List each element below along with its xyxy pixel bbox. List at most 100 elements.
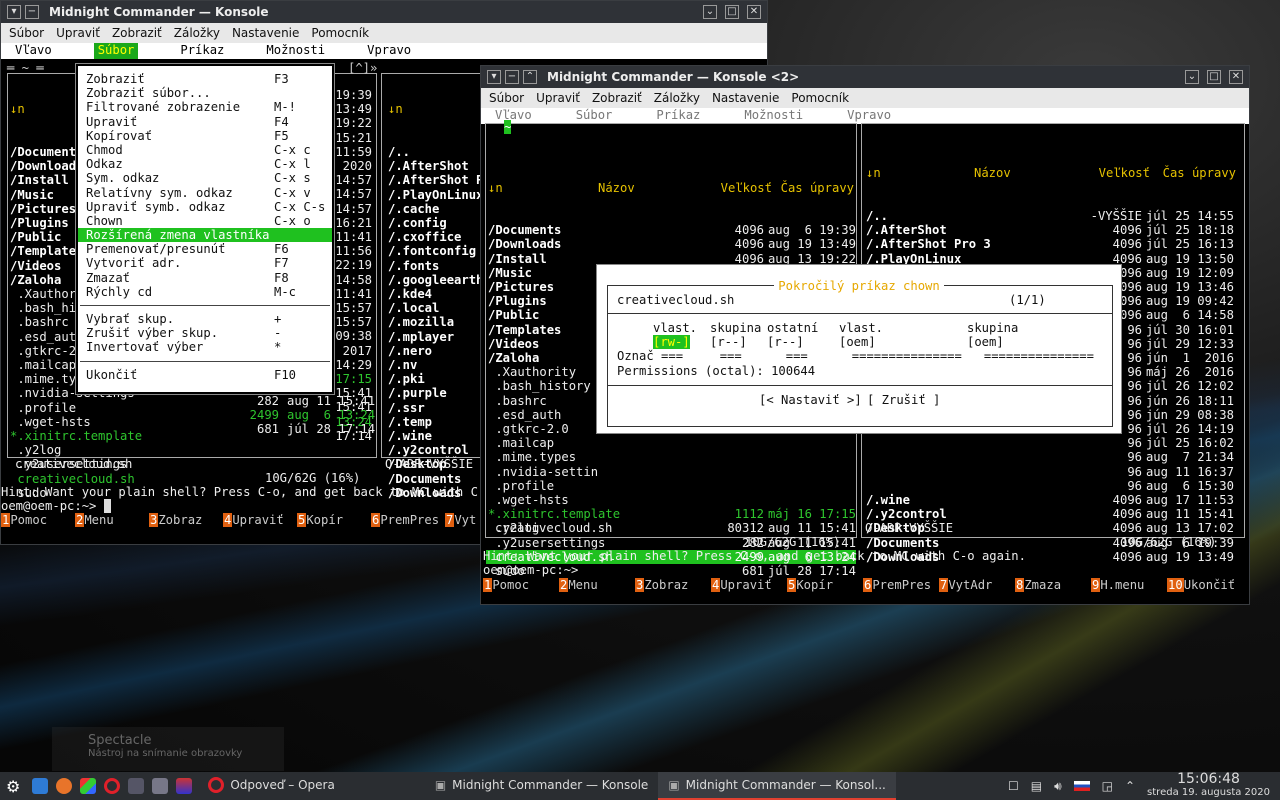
cancel-button[interactable]: [ Zrušiť ] (867, 393, 940, 407)
dropdown-item[interactable]: Rozšírená zmena vlastníka (78, 228, 332, 243)
keyboard-layout-icon[interactable] (1073, 781, 1090, 791)
minimize-icon[interactable]: ⌄ (1185, 70, 1199, 84)
table-row[interactable]: .wget-hsts (486, 493, 856, 507)
dropdown-item[interactable]: Odkaz C-x l (78, 157, 332, 171)
col-name[interactable]: Názov (598, 181, 710, 195)
menu-item-1[interactable]: Upraviť (56, 26, 100, 40)
dropdown-item[interactable]: Relatívny sym. odkaz C-x v (78, 186, 332, 200)
fkey-2[interactable]: 2Menu (559, 578, 635, 592)
dropdown-item[interactable]: Invertovať výber * (78, 340, 332, 354)
screenshot-icon[interactable] (128, 778, 145, 794)
task-konsole-2[interactable]: ▣ Midnight Commander — Konsol... (658, 772, 896, 800)
group-perm-button[interactable]: [r--] (710, 335, 747, 349)
fkey-1[interactable]: 1Pomoc (483, 578, 559, 592)
mc-menu-4[interactable]: Vpravo (367, 43, 411, 59)
dropdown-item[interactable]: Kopírovať F5 (78, 129, 332, 143)
col-time-right[interactable]: Čas úpravy (1150, 166, 1236, 180)
mc-menu-0[interactable]: Vľavo (15, 43, 52, 59)
dropdown-item[interactable]: Vytvoriť adr. F7 (78, 256, 332, 270)
menu-item-2[interactable]: Zobraziť (112, 26, 162, 40)
sort-indicator[interactable]: ↓n (488, 181, 598, 195)
fkey-6[interactable]: 6PremPres (863, 578, 939, 592)
menu-item-4[interactable]: Nastavenie (232, 26, 299, 40)
mc-menu-2[interactable]: Príkaz (656, 108, 700, 124)
table-row[interactable]: 96 aug 6 15:30 (862, 479, 1244, 493)
fkey-1[interactable]: 1Pomoc (1, 513, 75, 527)
menu-item-3[interactable]: Záložky (174, 26, 220, 40)
sort-indicator-right[interactable]: ↓n (866, 166, 974, 180)
spectacle-notification[interactable]: Spectacle Nástroj na snímanie obrazovky (52, 727, 284, 771)
dropdown-item[interactable]: Zrušiť výber skup. - (78, 326, 332, 340)
right-panel-top[interactable]: [^]» (348, 61, 377, 75)
shade-icon[interactable]: ⌃ (523, 70, 537, 84)
table-row[interactable]: /.y2control 4096 aug 11 15:41 (862, 507, 1244, 521)
mc-menu-4[interactable]: Vpravo (847, 108, 891, 124)
menu-item-3[interactable]: Záložky (654, 91, 700, 105)
fkey-4[interactable]: 4Upraviť (711, 578, 787, 592)
fkey-10[interactable]: 10Ukončiť (1167, 578, 1243, 592)
menu-item-1[interactable]: Upraviť (536, 91, 580, 105)
list-item[interactable]: .y2log (10, 443, 376, 457)
table-row[interactable]: .mailcap (486, 436, 856, 450)
fkey-7[interactable]: 7VytAdr (939, 578, 1015, 592)
file-manager-icon[interactable] (32, 778, 49, 794)
computer-icon[interactable] (152, 778, 169, 794)
dropdown-item[interactable]: Chown C-x o (78, 214, 332, 228)
col-size-right[interactable]: Veľkosť (1086, 166, 1150, 180)
menu-item-4[interactable]: Nastavenie (712, 91, 779, 105)
dropdown-item[interactable]: Upraviť symb. odkaz C-x C-s (78, 200, 332, 214)
dropdown-item[interactable]: Zmazať F8 (78, 271, 332, 285)
close-icon[interactable]: ✕ (1229, 70, 1243, 84)
fkey-6[interactable]: 6PremPres (371, 513, 445, 527)
fkey-5[interactable]: 5Kopír (787, 578, 863, 592)
mc-menu-3[interactable]: Možnosti (266, 43, 325, 59)
dropdown-item[interactable]: Filtrované zobrazenie M-! (78, 100, 332, 114)
owner-button[interactable]: [oem] (839, 335, 876, 349)
shell-prompt[interactable]: oem@oem-pc:~> (1, 499, 112, 513)
fkey-8[interactable]: 8Zmaza (1015, 578, 1091, 592)
firefox-icon[interactable] (56, 778, 73, 794)
col-time[interactable]: Čas úpravy (772, 181, 854, 195)
col-size[interactable]: Veľkosť (710, 181, 772, 195)
table-row[interactable]: 96 aug 11 16:37 (862, 465, 1244, 479)
fkey-5[interactable]: 5Kopír (297, 513, 371, 527)
dropdown-item[interactable]: Rýchly cd M-c (78, 285, 332, 299)
mc-menu-1[interactable]: Súbor (576, 108, 613, 124)
owner-perm-button[interactable]: [rw-] (653, 335, 690, 350)
table-row[interactable]: /Downloads 4096 aug 19 13:49 (486, 237, 856, 251)
fkey-9[interactable]: 9H.menu (1091, 578, 1167, 592)
titlebar-1[interactable]: ▾ − Midnight Commander — Konsole ⌄ □ ✕ (1, 1, 767, 23)
notifications-icon[interactable]: ☐ (1008, 779, 1019, 793)
shell-prompt[interactable]: oem@oem-pc:~> (483, 563, 578, 577)
fkey-3[interactable]: 3Zobraz (635, 578, 711, 592)
maximize-icon[interactable]: □ (725, 5, 739, 19)
table-row[interactable]: /Documents 4096 aug 6 19:39 (486, 223, 856, 237)
dropdown-item[interactable]: Premenovať/presunúť F6 (78, 242, 332, 256)
group-button[interactable]: [oem] (967, 335, 1004, 349)
table-row[interactable]: .profile (486, 479, 856, 493)
maximize-icon[interactable]: □ (1207, 70, 1221, 84)
current-dir[interactable]: ~ (504, 120, 512, 135)
mc-menu-3[interactable]: Možnosti (744, 108, 803, 124)
mc-menu-0[interactable]: Vľavo (495, 108, 532, 124)
table-row[interactable]: /.. -VYŠŠIE júl 25 14:55 (862, 209, 1244, 223)
dropdown-item[interactable]: Zobraziť súbor... (78, 86, 332, 100)
clipboard-icon[interactable]: ▤ (1031, 779, 1042, 793)
fkey-2[interactable]: 2Menu (75, 513, 149, 527)
table-row[interactable]: 681 júl 28 17:14 (237, 422, 377, 436)
table-row[interactable]: .mime.types (486, 450, 856, 464)
menu-item-0[interactable]: Súbor (9, 26, 44, 40)
titlebar-2[interactable]: ▾ − ⌃ Midnight Commander — Konsole <2> ⌄… (481, 66, 1249, 88)
fkey-4[interactable]: 4Upraviť (223, 513, 297, 527)
tray-expand-icon[interactable]: ⌃ (1125, 779, 1135, 793)
opera-icon[interactable] (104, 778, 121, 794)
dropdown-item[interactable]: Upraviť F4 (78, 115, 332, 129)
clock[interactable]: 15:06:48 streda 19. augusta 2020 (1147, 772, 1270, 799)
window-menu-icon[interactable]: ▾ (7, 5, 21, 19)
games-icon[interactable] (80, 778, 97, 794)
volume-icon[interactable]: 🔊︎ (1054, 779, 1062, 794)
mc-menu-1[interactable]: Súbor (93, 43, 139, 59)
minimize-icon[interactable]: ⌄ (703, 5, 717, 19)
table-row[interactable]: /.AfterShot Pro 3 4096 júl 25 16:13 (862, 237, 1244, 251)
mc-menu-2[interactable]: Príkaz (180, 43, 224, 59)
